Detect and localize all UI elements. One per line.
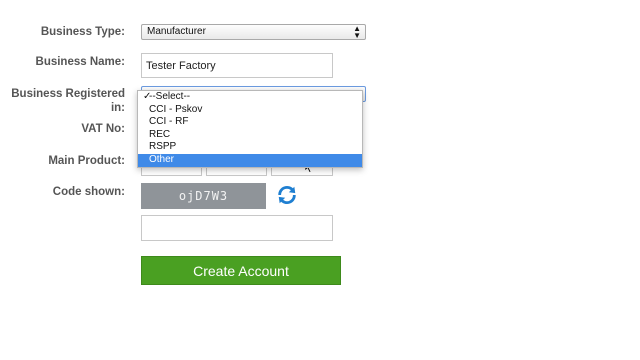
registered-in-label-line1: Business Registered xyxy=(11,88,125,100)
vat-no-label: VAT No: xyxy=(81,123,125,135)
captcha-image: ojD7W3 xyxy=(141,183,266,209)
dropdown-option-rspp[interactable]: RSPP xyxy=(138,141,362,154)
create-account-button[interactable]: Create Account xyxy=(141,256,341,285)
registered-in-dropdown[interactable]: ✓--Select-- CCI - Pskov CCI - RF REC RSP… xyxy=(137,90,363,168)
registered-in-label-line2: in: xyxy=(110,102,125,114)
business-type-value: Manufacturer xyxy=(147,26,206,37)
option-label: --Select-- xyxy=(149,91,191,102)
business-type-label: Business Type: xyxy=(40,26,125,38)
registered-in-label: Business Registered in: xyxy=(7,87,125,115)
business-name-value: Tester Factory xyxy=(146,59,216,72)
code-input[interactable] xyxy=(141,215,333,241)
dropdown-option-cci-pskov[interactable]: CCI - Pskov xyxy=(138,104,362,117)
dropdown-option-rec[interactable]: REC xyxy=(138,129,362,142)
dropdown-option-cci-rf[interactable]: CCI - RF xyxy=(138,116,362,129)
captcha-text: ojD7W3 xyxy=(178,189,229,203)
select-arrows-icon: ▲ ▼ xyxy=(353,24,361,40)
main-product-label: Main Product: xyxy=(48,155,125,167)
business-name-input[interactable]: Tester Factory xyxy=(141,53,333,78)
business-type-select[interactable]: Manufacturer ▲ ▼ xyxy=(141,24,366,40)
business-name-label: Business Name: xyxy=(35,56,125,68)
dropdown-option-other[interactable]: Other xyxy=(138,153,362,167)
refresh-icon[interactable] xyxy=(276,184,298,206)
dropdown-option-select[interactable]: ✓--Select-- xyxy=(138,91,362,104)
code-shown-label: Code shown: xyxy=(52,186,125,198)
